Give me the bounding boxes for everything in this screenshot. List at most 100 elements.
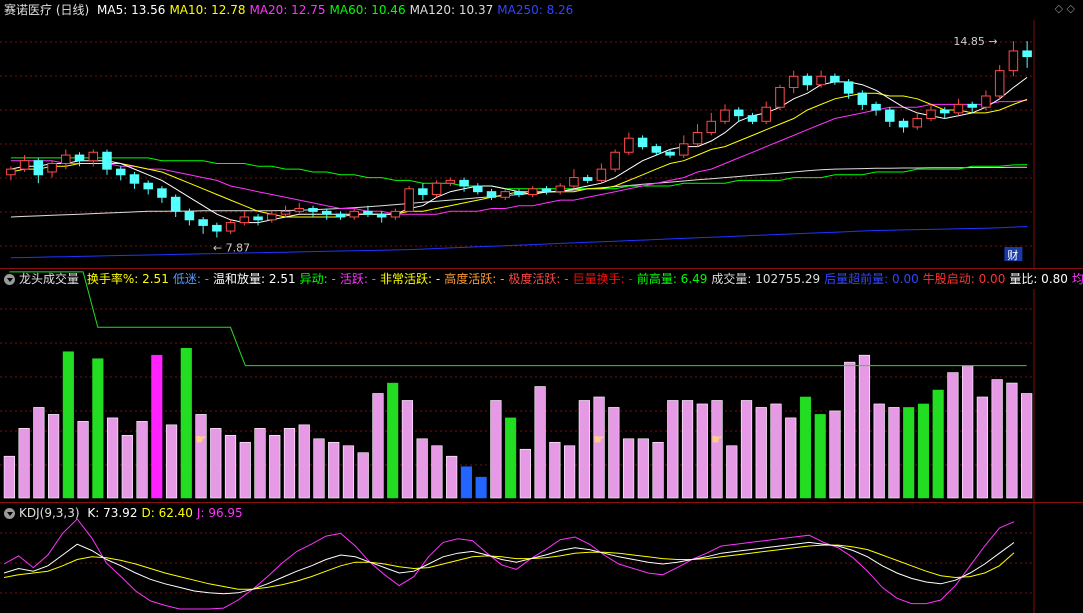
kdj-panel[interactable]: KDJ(9,3,3) K: 73.92 D: 62.40 J: 96.95 <box>0 503 1083 613</box>
candle-body <box>184 210 195 221</box>
volume-bar <box>490 400 502 499</box>
candle-body <box>514 191 524 195</box>
volume-bar <box>165 424 178 499</box>
volume-bar <box>563 445 576 499</box>
candle-body <box>431 182 442 195</box>
candle-body <box>267 213 277 221</box>
candle-body <box>47 163 57 173</box>
volume-bar <box>667 400 679 499</box>
candle-body <box>953 103 964 114</box>
ma60-line <box>10 157 1028 190</box>
candle-body <box>404 188 414 212</box>
volume-bar <box>33 407 45 499</box>
candle-body <box>363 210 373 215</box>
volume-bar <box>549 441 561 499</box>
volume-bar <box>829 410 841 499</box>
ma250-line <box>10 226 1028 259</box>
candle-body <box>88 151 99 162</box>
candle-body <box>143 182 153 190</box>
candle-body <box>898 120 909 128</box>
kdj-chart[interactable] <box>0 503 1083 613</box>
candle-body <box>61 154 71 165</box>
volume-bar <box>932 389 944 499</box>
volume-bar <box>121 435 133 499</box>
candle-body <box>816 75 826 86</box>
candle-body <box>775 87 785 108</box>
candle-body <box>665 151 675 156</box>
candle-body <box>349 210 359 218</box>
volume-bar <box>962 365 974 499</box>
candle-body <box>6 168 16 176</box>
candle-body <box>610 151 620 170</box>
candle-body <box>1008 50 1019 72</box>
candle-body <box>212 224 222 232</box>
volume-bar <box>47 414 60 499</box>
candle-body <box>486 191 497 198</box>
candle-body <box>418 188 428 195</box>
candle-body <box>596 168 607 181</box>
low-price-label: ← 7.87 <box>213 242 250 255</box>
volume-bar <box>136 421 148 499</box>
volume-bar <box>151 354 163 499</box>
candle-body <box>473 185 483 193</box>
volume-bar <box>357 452 369 499</box>
volume-bar <box>637 438 649 499</box>
volume-bar <box>711 400 723 499</box>
candle-body <box>651 146 662 153</box>
candle-body <box>239 216 250 224</box>
volume-bar <box>92 358 104 499</box>
volume-bar <box>844 361 856 499</box>
volume-bar <box>18 428 30 499</box>
volume-bar <box>313 438 325 499</box>
high-price-label: 14.85 → <box>953 35 997 48</box>
volume-bar <box>1021 393 1033 499</box>
candle-body <box>939 109 950 114</box>
candle-body <box>555 185 565 193</box>
hand-pointer-icon-1: ☛ <box>593 432 606 448</box>
volume-bar <box>269 435 281 499</box>
volume-bar <box>460 466 472 499</box>
volume-bar <box>224 435 237 499</box>
candle-body <box>500 191 511 198</box>
candle-body <box>280 210 291 215</box>
volume-bar <box>387 382 399 499</box>
volume-chart[interactable]: ☛ ☛ ☛ <box>0 269 1083 502</box>
candle-body <box>198 219 208 226</box>
volume-bar <box>283 428 296 499</box>
volume-bar <box>681 400 694 499</box>
volume-bar <box>401 400 414 499</box>
hand-pointer-icon-2: ☛ <box>711 432 724 448</box>
volume-bar <box>239 441 251 499</box>
volume-bar <box>696 403 708 499</box>
candle-body <box>170 196 181 212</box>
ma5-line <box>10 76 1028 224</box>
volume-bar <box>195 414 207 499</box>
volume-bar <box>755 407 767 499</box>
candle-body <box>857 92 868 105</box>
volume-bar <box>519 448 531 499</box>
volume-bar <box>578 400 590 499</box>
volume-bar <box>652 441 664 499</box>
candlestick-chart[interactable]: 14.85 → ← 7.87 财 <box>0 0 1083 268</box>
volume-bar <box>106 417 119 499</box>
candle-body <box>294 208 305 212</box>
volume-bar <box>799 396 812 499</box>
volume-bar <box>475 476 487 499</box>
volume-bar <box>740 400 753 499</box>
candle-body <box>747 115 758 122</box>
candle-body <box>157 188 167 198</box>
candle-body <box>706 120 717 134</box>
volume-panel[interactable]: 龙头成交量 换手率%: 2.51 低迷: - 温和放量: 2.51 异动: - 活跃: … <box>0 269 1083 502</box>
price-panel[interactable]: 赛诺医疗 (日线) MA5: 13.56 MA10: 12.78 MA20: 12.… <box>0 0 1083 268</box>
candle-body <box>376 213 387 218</box>
candle-body <box>692 132 703 145</box>
candle-body <box>74 154 85 162</box>
volume-bar <box>372 393 384 499</box>
volume-bar <box>180 347 192 499</box>
candle-body <box>637 137 648 148</box>
volume-bar <box>785 417 797 499</box>
volume-bar <box>903 407 915 499</box>
volume-bar <box>254 428 266 499</box>
volume-bar <box>976 396 989 499</box>
volume-bar <box>534 386 546 499</box>
